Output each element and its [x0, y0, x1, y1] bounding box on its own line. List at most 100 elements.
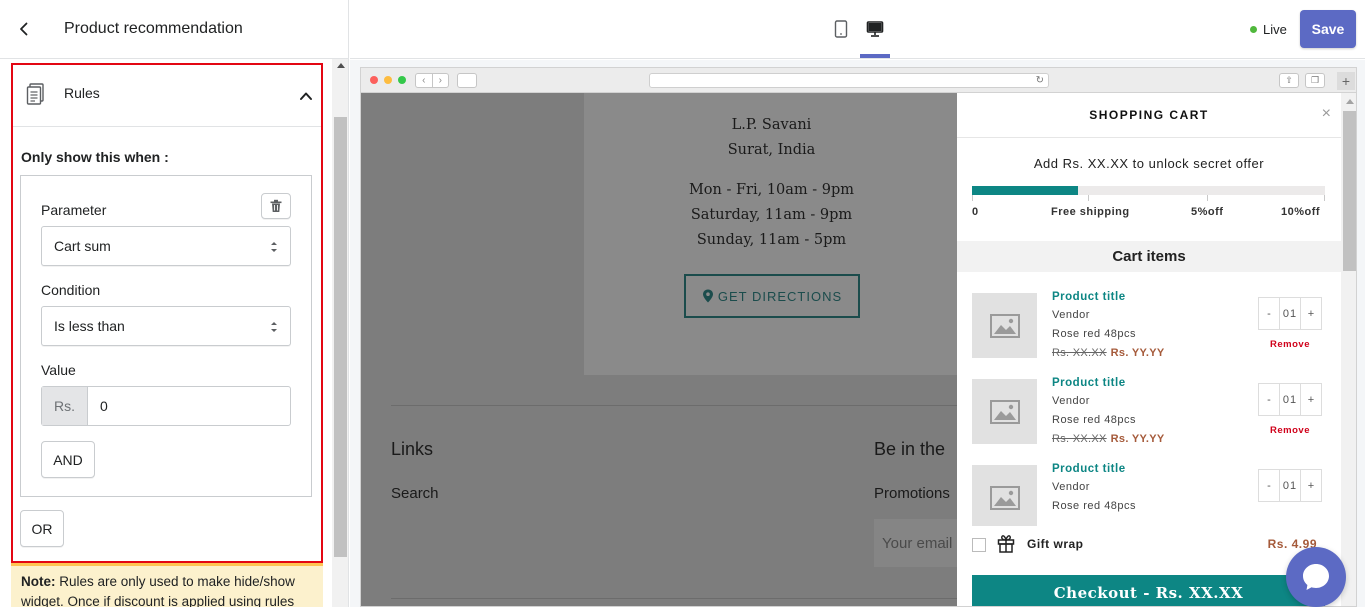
close-icon[interactable]: × — [1322, 105, 1331, 123]
scroll-up-arrow[interactable] — [1346, 99, 1354, 104]
value-amount[interactable]: 0 — [88, 387, 108, 425]
product-vendor: Vendor — [1052, 481, 1090, 493]
cart-item: Product title Vendor Rose red 48pcs Rs. … — [957, 291, 1341, 379]
hours-line-2: Saturday, 11am - 9pm — [690, 207, 853, 223]
desktop-icon — [866, 21, 884, 37]
left-panel: Product recommendation Rules Only show t… — [0, 0, 349, 607]
product-vendor: Vendor — [1052, 395, 1090, 407]
milestone-label: 10%off — [1281, 206, 1321, 218]
live-status: Live — [1250, 22, 1287, 37]
scroll-thumb[interactable] — [1343, 111, 1356, 271]
only-show-heading: Only show this when : — [21, 149, 169, 165]
note-text: Rules are only used to make hide/show wi… — [21, 574, 295, 607]
product-price: Rs. XX.XX Rs. YY.YY — [1052, 433, 1165, 445]
qty-minus-button[interactable]: - — [1259, 470, 1279, 501]
product-title[interactable]: Product title — [1052, 291, 1126, 303]
close-dot-icon — [370, 76, 378, 84]
chevron-up-icon[interactable] — [299, 89, 313, 103]
product-title[interactable]: Product title — [1052, 377, 1126, 389]
footer-divider-bottom — [391, 598, 961, 599]
address-line-2: Surat, India — [727, 142, 816, 158]
rules-note: Note: Rules are only used to make hide/s… — [11, 563, 323, 607]
milestone-label: Free shipping — [1051, 206, 1130, 218]
back-button[interactable] — [0, 0, 48, 59]
qty-value[interactable]: 01 — [1279, 384, 1301, 415]
old-price: Rs. XX.XX — [1052, 433, 1107, 445]
qty-plus-button[interactable]: + — [1301, 384, 1321, 415]
offer-progress-fill — [972, 186, 1078, 195]
qty-value[interactable]: 01 — [1279, 298, 1301, 329]
rules-section-label: Rules — [64, 85, 100, 101]
qty-value[interactable]: 01 — [1279, 470, 1301, 501]
quantity-stepper: - 01 + — [1258, 297, 1322, 330]
save-button[interactable]: Save — [1300, 10, 1356, 48]
cart-scrollbar[interactable] — [1341, 93, 1356, 606]
product-thumbnail — [972, 379, 1037, 444]
gift-wrap-checkbox[interactable] — [972, 538, 986, 552]
quantity-stepper: - 01 + — [1258, 469, 1322, 502]
chat-icon — [1303, 564, 1329, 590]
select-arrows-icon — [271, 322, 277, 332]
remove-item-link[interactable]: Remove — [1258, 339, 1322, 350]
qty-minus-button[interactable]: - — [1259, 298, 1279, 329]
condition-group: Parameter Cart sum Condition Is less tha… — [20, 175, 312, 497]
cart-items-title: Cart items — [1112, 248, 1186, 265]
gift-icon — [997, 535, 1015, 553]
product-price: Rs. XX.XX Rs. YY.YY — [1052, 347, 1165, 359]
currency-prefix: Rs. — [42, 387, 88, 425]
browser-nav-buttons: ‹ › — [415, 73, 449, 88]
document-icon — [26, 83, 44, 105]
rules-card: Rules Only show this when : Parameter Ca… — [11, 63, 323, 563]
and-button[interactable]: AND — [41, 441, 95, 478]
product-thumbnail — [972, 293, 1037, 358]
hours-line-1: Mon - Fri, 10am - 9pm — [688, 182, 855, 198]
milestone-tick — [1207, 195, 1208, 201]
image-placeholder-icon — [989, 399, 1020, 424]
product-title[interactable]: Product title — [1052, 463, 1126, 475]
gift-wrap-label: Gift wrap — [1027, 537, 1084, 551]
select-arrows-icon — [271, 242, 277, 252]
address-bar: ↻ — [649, 73, 1049, 88]
delete-condition-button[interactable] — [261, 193, 291, 219]
or-button[interactable]: OR — [20, 510, 64, 547]
product-vendor: Vendor — [1052, 309, 1090, 321]
live-dot-icon — [1250, 26, 1257, 33]
product-variant: Rose red 48pcs — [1052, 414, 1137, 426]
new-tab-icon: + — [1337, 72, 1355, 90]
app-root: Product recommendation Rules Only show t… — [0, 0, 1365, 607]
mobile-view-button[interactable] — [826, 14, 856, 44]
tabs-icon: ❐ — [1305, 73, 1325, 88]
newsletter-email-input[interactable]: Your email — [874, 519, 964, 567]
left-header: Product recommendation — [0, 0, 348, 59]
condition-select[interactable]: Is less than — [41, 306, 291, 346]
rules-section-header[interactable]: Rules — [13, 65, 321, 127]
footer-divider — [391, 405, 961, 406]
desktop-view-button[interactable] — [860, 14, 890, 44]
scroll-thumb[interactable] — [334, 117, 347, 557]
value-field[interactable]: Rs. 0 — [41, 386, 291, 426]
old-price: Rs. XX.XX — [1052, 347, 1107, 359]
active-device-indicator — [860, 54, 890, 58]
get-directions-button[interactable]: GET DIRECTIONS — [684, 274, 860, 318]
remove-item-link[interactable]: Remove — [1258, 425, 1322, 436]
footer-search-link[interactable]: Search — [391, 485, 439, 502]
parameter-label: Parameter — [41, 202, 107, 218]
trash-icon — [270, 199, 282, 212]
newsletter-title: Be in the — [874, 439, 946, 459]
top-bar: Live Save — [350, 0, 1365, 59]
parameter-select[interactable]: Cart sum — [41, 226, 291, 266]
cart-header: SHOPPING CART × — [957, 93, 1341, 138]
store-info-block: L.P. Savani Surat, India Mon - Fri, 10am… — [584, 93, 959, 375]
qty-plus-button[interactable]: + — [1301, 470, 1321, 501]
chat-widget-button[interactable] — [1286, 547, 1346, 607]
checkout-button[interactable]: Checkout - Rs. XX.XX — [972, 575, 1325, 606]
qty-minus-button[interactable]: - — [1259, 384, 1279, 415]
sidebar-toggle-icon — [457, 73, 477, 88]
get-directions-label: GET DIRECTIONS — [717, 288, 843, 304]
product-thumbnail — [972, 465, 1037, 530]
new-price: Rs. YY.YY — [1110, 433, 1165, 445]
qty-plus-button[interactable]: + — [1301, 298, 1321, 329]
left-scrollbar[interactable] — [332, 59, 348, 607]
scroll-up-arrow[interactable] — [337, 63, 345, 68]
gift-wrap-row: Gift wrap Rs. 4.99 — [957, 526, 1341, 560]
